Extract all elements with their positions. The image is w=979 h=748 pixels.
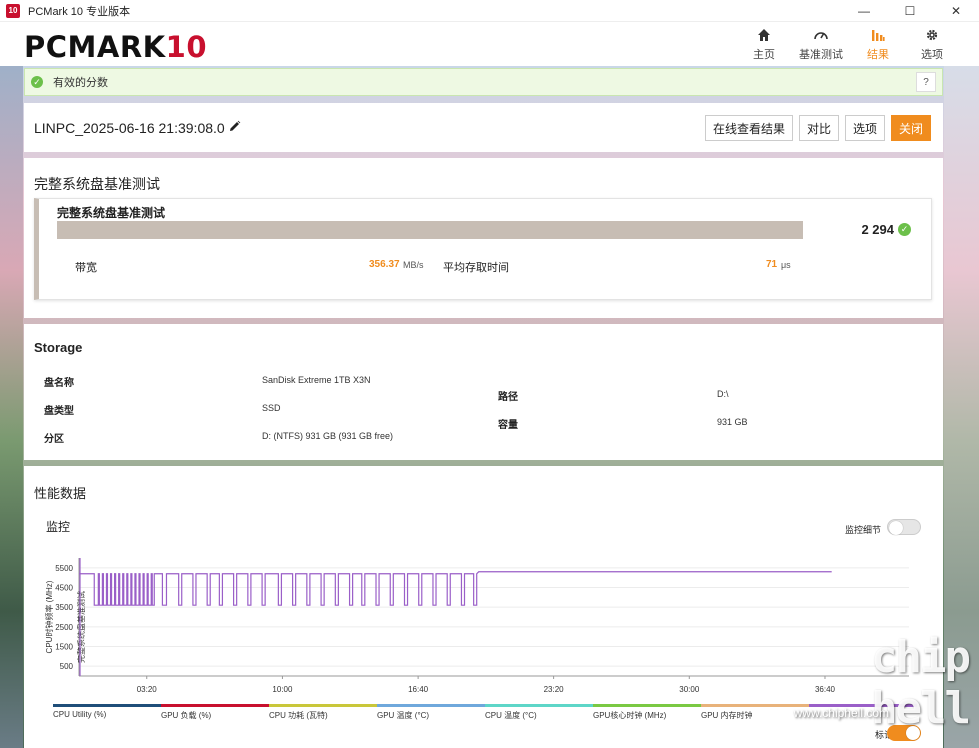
x-tick-label: 16:40 [408, 685, 429, 694]
main-nav: 主页 基准测试 结果 选项 [739, 24, 957, 62]
score-number: 2 294 [861, 222, 894, 237]
y-tick-label: 3500 [55, 603, 73, 612]
score-bar [57, 221, 803, 239]
monitor-detail-toggle[interactable] [887, 519, 921, 535]
nav-results-label: 结果 [867, 49, 889, 61]
metric-bandwidth-value: 356.37 [369, 259, 400, 270]
metric-bandwidth-unit: MB/s [403, 260, 424, 270]
legend-item[interactable]: CPU 温度 (°C) [485, 704, 593, 721]
path-label: 路径 [498, 392, 518, 403]
y-tick-label: 1500 [55, 643, 73, 652]
x-tick-label: 10:00 [272, 685, 293, 694]
metric-access-time-unit: μs [781, 260, 791, 270]
legend-item[interactable]: GPU核心时钟 (MHz) [593, 704, 701, 721]
capacity-label: 容量 [498, 420, 518, 431]
partition-label: 分区 [44, 434, 64, 445]
y-tick-label: 2500 [55, 623, 73, 632]
monitoring-chart: 5500 4500 3500 2500 1500 500 03:20 10:00 16:40 23… [44, 558, 909, 694]
monitoring-title: 监控 [46, 520, 71, 534]
pencil-icon[interactable] [229, 120, 241, 135]
nav-home[interactable]: 主页 [739, 24, 789, 62]
benchmark-marker-label: 完整系统盘基准测试 [76, 591, 86, 663]
title-bar: 10 PCMark 10 专业版本 — ☐ ✕ [0, 0, 979, 22]
capacity-value: 931 GB [717, 417, 748, 427]
partition-value: D: (NTFS) 931 GB (931 GB free) [262, 431, 394, 441]
performance-title: 性能数据 [34, 486, 87, 501]
gauge-icon [813, 24, 829, 46]
window-controls: — ☐ ✕ [841, 0, 979, 22]
result-options-button[interactable]: 选项 [844, 115, 885, 141]
gear-icon [925, 24, 939, 46]
valid-score-banner: ✓ 有效的分数 ? [24, 68, 943, 96]
logo-text: PCMARK [24, 30, 166, 64]
score-check-icon: ✓ [898, 223, 911, 236]
maximize-button[interactable]: ☐ [887, 0, 933, 22]
metric-access-time-value: 71 [766, 259, 778, 270]
cpu-clock-series [79, 571, 832, 606]
score-value: 2 294 ✓ [861, 222, 911, 237]
minimize-button[interactable]: — [841, 0, 887, 22]
valid-score-text: 有效的分数 [53, 77, 108, 89]
score-card-title: 完整系统盘基准测试 [57, 206, 166, 220]
monitor-detail-label: 监控细节 [844, 525, 881, 535]
x-tick-label: 30:00 [679, 685, 700, 694]
nav-home-label: 主页 [753, 49, 775, 61]
app-header: PCMARK10 主页 基准测试 结果 选项 [0, 22, 979, 66]
bar-chart-icon [871, 24, 885, 46]
help-button[interactable]: ? [916, 72, 936, 92]
metric-access-time-label: 平均存取时间 [443, 262, 509, 274]
storage-panel: Storage 盘名称 SanDisk Extreme 1TB X3N 盘类型 … [24, 324, 943, 460]
test-section-title: 完整系统盘基准测试 [34, 176, 160, 192]
check-icon: ✓ [31, 76, 43, 88]
metric-bandwidth-label: 带宽 [75, 262, 97, 274]
logo-number: 10 [165, 30, 208, 64]
view-online-button[interactable]: 在线查看结果 [704, 115, 793, 141]
y-axis-label: CPU时钟频率 (MHz) [44, 580, 54, 653]
result-actions: 在线查看结果 对比 选项 关闭 [704, 115, 931, 141]
result-name-panel: LINPC_2025-06-16 21:39:08.0 在线查看结果 对比 选项… [24, 103, 943, 152]
storage-title: Storage [34, 340, 83, 355]
nav-results[interactable]: 结果 [853, 24, 903, 62]
nav-benchmarks[interactable]: 基准测试 [793, 24, 849, 62]
close-window-button[interactable]: ✕ [933, 0, 979, 22]
y-tick-label: 5500 [55, 564, 73, 573]
legend-item[interactable]: GPU 温度 (°C) [377, 704, 485, 721]
x-tick-label: 36:40 [815, 685, 836, 694]
nav-options[interactable]: 选项 [907, 24, 957, 62]
pcmark-logo: PCMARK10 [24, 30, 207, 64]
chart-legend: CPU Utility (%) GPU 负载 (%) CPU 功耗 (瓦特) GPU … [53, 704, 917, 721]
nav-options-label: 选项 [921, 49, 943, 61]
home-icon [757, 24, 771, 46]
close-result-button[interactable]: 关闭 [890, 115, 931, 141]
test-result-panel: 完整系统盘基准测试 完整系统盘基准测试 2 294 ✓ 带宽 356.37 MB… [24, 158, 943, 318]
toggle-knob [889, 521, 903, 535]
window-title: PCMark 10 专业版本 [28, 5, 131, 18]
watermark-url: www.chiphell.com [793, 706, 889, 720]
y-tick-label: 4500 [55, 584, 73, 593]
path-value: D:\ [717, 389, 729, 399]
compare-button[interactable]: 对比 [798, 115, 839, 141]
legend-item[interactable]: GPU 负载 (%) [161, 704, 269, 721]
y-tick-label: 500 [60, 662, 74, 671]
result-name: LINPC_2025-06-16 21:39:08.0 [34, 120, 225, 136]
background-left-strip [0, 66, 23, 748]
drive-type-value: SSD [262, 403, 281, 413]
legend-item[interactable]: CPU Utility (%) [53, 704, 161, 721]
nav-benchmarks-label: 基准测试 [799, 49, 843, 61]
x-tick-label: 23:20 [544, 685, 565, 694]
score-card: 完整系统盘基准测试 2 294 ✓ 带宽 356.37 MB/s 平均存取时间 … [34, 198, 932, 300]
drive-name-value: SanDisk Extreme 1TB X3N [262, 375, 371, 385]
x-tick-label: 03:20 [137, 685, 158, 694]
legend-item[interactable]: CPU 功耗 (瓦特) [269, 704, 377, 721]
drive-name-label: 盘名称 [44, 378, 74, 389]
app-icon: 10 [6, 3, 20, 18]
drive-type-label: 盘类型 [44, 406, 74, 417]
